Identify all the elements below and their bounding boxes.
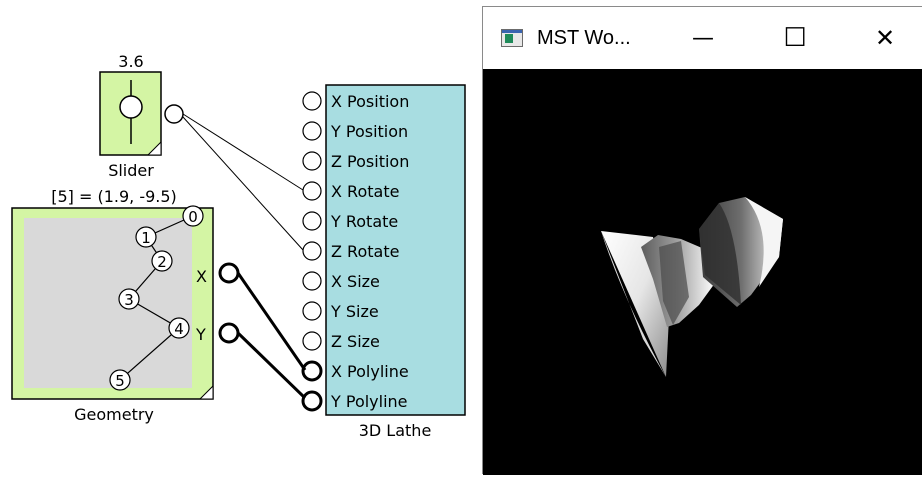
- geometry-plot-area[interactable]: [24, 218, 192, 388]
- input-label: X Rotate: [331, 182, 399, 201]
- lathe-input-z-rotate[interactable]: Z Rotate: [302, 241, 399, 261]
- geometry-point-5[interactable]: 5: [109, 369, 131, 391]
- geometry-y-label: Y: [195, 325, 206, 344]
- input-port[interactable]: [302, 241, 322, 261]
- lathe-input-x-size[interactable]: X Size: [302, 271, 380, 291]
- lathe-input-z-position[interactable]: Z Position: [302, 151, 409, 171]
- svg-text:1: 1: [141, 229, 151, 247]
- svg-text:3: 3: [124, 291, 134, 309]
- input-port[interactable]: [301, 390, 323, 412]
- geometry-point-4[interactable]: 4: [168, 317, 190, 339]
- geometry-block[interactable]: [5] = (1.9, -9.5) 0 1 2 3 4 5 X Y Geomet…: [11, 187, 240, 424]
- 3d-viewport[interactable]: [483, 69, 922, 475]
- input-port[interactable]: [302, 331, 322, 351]
- slider-output-port[interactable]: [164, 104, 184, 124]
- input-label: X Position: [331, 92, 409, 111]
- input-label: X Polyline: [331, 362, 409, 381]
- input-label: Y Rotate: [330, 212, 398, 231]
- geometry-point-2[interactable]: 2: [151, 250, 173, 272]
- minimize-button[interactable]: —: [671, 7, 735, 69]
- svg-text:4: 4: [174, 320, 184, 338]
- input-port[interactable]: [302, 91, 322, 111]
- slider-block[interactable]: 3.6 Slider: [99, 52, 184, 180]
- geometry-x-output-port[interactable]: [218, 262, 240, 284]
- lathe-input-y-polyline[interactable]: Y Polyline: [301, 390, 408, 412]
- wire-slider-x-rotate: [182, 113, 304, 191]
- app-icon: [501, 29, 523, 47]
- svg-text:0: 0: [188, 208, 198, 226]
- maximize-button[interactable]: ☐: [763, 7, 827, 69]
- input-port[interactable]: [302, 151, 322, 171]
- lathe-input-x-position[interactable]: X Position: [302, 91, 409, 111]
- wire-geometry-x-polyline: [236, 272, 307, 371]
- wire-geometry-y-polyline: [236, 331, 307, 400]
- geometry-y-output-port[interactable]: [218, 322, 240, 344]
- input-port[interactable]: [302, 121, 322, 141]
- lathe-input-x-rotate[interactable]: X Rotate: [302, 181, 399, 201]
- lathe-input-z-size[interactable]: Z Size: [302, 331, 380, 351]
- window-titlebar[interactable]: MST Wo... — ☐ ✕: [483, 7, 922, 69]
- geometry-point-1[interactable]: 1: [135, 226, 157, 248]
- input-label: X Size: [331, 272, 380, 291]
- close-button[interactable]: ✕: [853, 7, 917, 69]
- lathe-caption: 3D Lathe: [359, 421, 432, 440]
- input-label: Y Size: [330, 302, 379, 321]
- input-label: Z Size: [331, 332, 380, 351]
- lathe-block[interactable]: X Position Y Position Z Position X Rotate Y …: [301, 84, 466, 440]
- input-port[interactable]: [302, 271, 322, 291]
- slider-value: 3.6: [118, 52, 143, 71]
- input-port[interactable]: [302, 211, 322, 231]
- lathe-render: [601, 197, 783, 377]
- minimize-icon: —: [692, 25, 714, 51]
- close-icon: ✕: [874, 24, 896, 52]
- input-label: Y Polyline: [330, 392, 408, 411]
- window-title: MST Wo...: [537, 26, 631, 49]
- svg-text:5: 5: [115, 372, 125, 390]
- geometry-point-0[interactable]: 0: [182, 205, 204, 227]
- input-label: Y Position: [330, 122, 408, 141]
- geometry-readout: [5] = (1.9, -9.5): [51, 187, 177, 206]
- lathe-input-x-polyline[interactable]: X Polyline: [301, 360, 409, 382]
- lathe-input-y-rotate[interactable]: Y Rotate: [302, 211, 398, 231]
- input-port[interactable]: [302, 301, 322, 321]
- geometry-point-3[interactable]: 3: [118, 288, 140, 310]
- geometry-x-label: X: [196, 267, 207, 286]
- svg-text:2: 2: [157, 253, 167, 271]
- render-window[interactable]: MST Wo... — ☐ ✕: [482, 6, 922, 475]
- geometry-caption: Geometry: [74, 405, 154, 424]
- input-port[interactable]: [301, 360, 323, 382]
- input-port[interactable]: [302, 181, 322, 201]
- slider-knob[interactable]: [119, 95, 143, 119]
- maximize-icon: ☐: [783, 23, 807, 53]
- slider-caption: Slider: [108, 161, 154, 180]
- input-label: Z Rotate: [331, 242, 399, 261]
- lathe-inputs: X Position Y Position Z Position X Rotate Y …: [301, 91, 409, 412]
- input-label: Z Position: [331, 152, 409, 171]
- lathe-input-y-size[interactable]: Y Size: [302, 301, 379, 321]
- lathe-input-y-position[interactable]: Y Position: [302, 121, 408, 141]
